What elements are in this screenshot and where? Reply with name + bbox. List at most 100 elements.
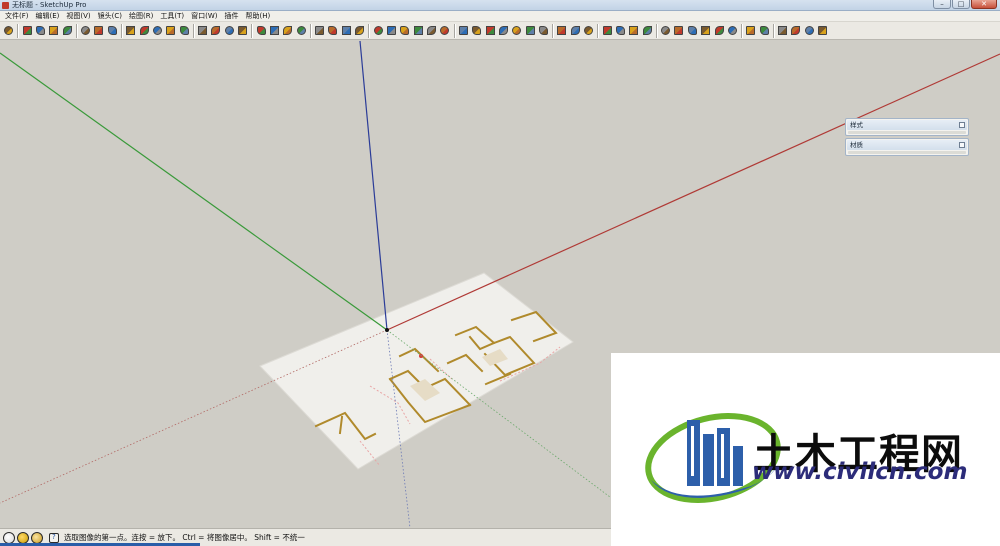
watermark: 土木工程网 www.civilcn.com [611, 353, 1000, 546]
shadow-icon[interactable] [817, 25, 828, 36]
toolbar-separator [741, 23, 743, 38]
menu-edit[interactable]: 编辑(E) [34, 11, 65, 21]
position-camera-icon[interactable] [583, 25, 594, 36]
textured-icon[interactable] [426, 25, 437, 36]
drape-icon[interactable] [511, 25, 522, 36]
smoove-icon[interactable] [485, 25, 496, 36]
menu-file[interactable]: 文件(F) [3, 11, 34, 21]
look-around-icon[interactable] [570, 25, 581, 36]
styles-icon[interactable] [804, 25, 815, 36]
add-detail-icon[interactable] [525, 25, 536, 36]
rectangle-icon[interactable] [35, 25, 46, 36]
back-view-icon[interactable] [354, 25, 365, 36]
google-earth-icon[interactable] [700, 25, 711, 36]
toolbar-separator [597, 23, 599, 38]
hidden-line-icon[interactable] [399, 25, 410, 36]
zoom-extents-icon[interactable] [237, 25, 248, 36]
menu-draw[interactable]: 绘图(R) [127, 11, 158, 21]
toolbar-separator [17, 23, 19, 38]
protractor-icon[interactable] [615, 25, 626, 36]
section-plane-icon[interactable] [269, 25, 280, 36]
move-icon[interactable] [152, 25, 163, 36]
paint-bucket-icon[interactable] [107, 25, 118, 36]
menu-camera[interactable]: 镜头(C) [96, 11, 127, 21]
main-toolbar [0, 22, 1000, 40]
xray-icon[interactable] [373, 25, 384, 36]
menu-help[interactable]: 帮助(H) [243, 11, 275, 21]
menu-window[interactable]: 窗口(W) [189, 11, 222, 21]
pin-icon[interactable] [959, 142, 965, 148]
user-icon[interactable] [31, 531, 43, 544]
get-models-icon[interactable] [660, 25, 671, 36]
eraser-icon[interactable] [93, 25, 104, 36]
3d-text-icon[interactable] [642, 25, 653, 36]
window-controls: – □ ✕ [933, 0, 997, 10]
tray-styles[interactable]: 样式 [845, 118, 969, 136]
pencil-line-icon[interactable] [22, 25, 33, 36]
blue-axis-line [359, 41, 388, 331]
select-arrow-icon[interactable] [3, 25, 14, 36]
menu-bar: 文件(F) 编辑(E) 视图(V) 镜头(C) 绘图(R) 工具(T) 窗口(W… [0, 11, 1000, 22]
stamp-icon[interactable] [498, 25, 509, 36]
make-component-icon[interactable] [80, 25, 91, 36]
push-pull-icon[interactable] [125, 25, 136, 36]
iso-view-icon[interactable] [256, 25, 267, 36]
offset-icon[interactable] [179, 25, 190, 36]
front-view-icon[interactable] [327, 25, 338, 36]
circle-icon[interactable] [48, 25, 59, 36]
solid-union-icon[interactable] [745, 25, 756, 36]
add-location-icon[interactable] [727, 25, 738, 36]
orbit-icon[interactable] [197, 25, 208, 36]
shaded-icon[interactable] [413, 25, 424, 36]
sketchup-app-icon [2, 2, 9, 9]
pan-icon[interactable] [210, 25, 221, 36]
sandbox-from-contours-icon[interactable] [458, 25, 469, 36]
maximize-button[interactable]: □ [952, 0, 970, 9]
status-text: 选取图像的第一点。连按 = 放下。 Ctrl = 将图像居中。 Shift = … [64, 533, 305, 542]
share-component-icon[interactable] [687, 25, 698, 36]
right-view-icon[interactable] [341, 25, 352, 36]
zoom-icon[interactable] [224, 25, 235, 36]
toolbar-separator [251, 23, 253, 38]
geo-location-icon[interactable] [3, 531, 15, 544]
toolbar-separator [453, 23, 455, 38]
title-bar: 无标题 - SketchUp Pro – □ ✕ [0, 0, 1000, 11]
instructor-help-icon[interactable] [49, 532, 59, 543]
toolbar-separator [552, 23, 554, 38]
rotate-icon[interactable] [165, 25, 176, 36]
pin-icon[interactable] [959, 122, 965, 128]
top-view-icon[interactable] [314, 25, 325, 36]
credits-icon[interactable] [17, 531, 29, 544]
red-axis-line [386, 53, 1000, 331]
wireframe-icon[interactable] [386, 25, 397, 36]
menu-plugins[interactable]: 插件 [222, 11, 243, 21]
share-model-icon[interactable] [673, 25, 684, 36]
tray-styles-title: 样式 [850, 121, 863, 129]
toolbar-separator [772, 23, 774, 38]
monochrome-icon[interactable] [439, 25, 450, 36]
arc-icon[interactable] [62, 25, 73, 36]
dimension-icon[interactable] [602, 25, 613, 36]
tray-materials[interactable]: 材质 [845, 138, 969, 156]
toolbar-separator [368, 23, 370, 38]
flip-edge-icon[interactable] [538, 25, 549, 36]
axes-icon[interactable] [296, 25, 307, 36]
menu-view[interactable]: 视图(V) [64, 11, 95, 21]
layer-manager-icon[interactable] [777, 25, 788, 36]
toolbar-separator [75, 23, 77, 38]
walk-icon[interactable] [556, 25, 567, 36]
scene-icon[interactable] [790, 25, 801, 36]
text-icon[interactable] [628, 25, 639, 36]
minimize-button[interactable]: – [933, 0, 951, 9]
menu-tools[interactable]: 工具(T) [158, 11, 189, 21]
solid-subtract-icon[interactable] [759, 25, 770, 36]
follow-me-icon[interactable] [139, 25, 150, 36]
toggle-terrain-icon[interactable] [714, 25, 725, 36]
origin-point [385, 328, 389, 332]
close-button[interactable]: ✕ [971, 0, 997, 9]
green-axis-line [0, 52, 388, 331]
sandbox-from-scratch-icon[interactable] [471, 25, 482, 36]
tape-measure-icon[interactable] [282, 25, 293, 36]
image-plane [259, 272, 574, 470]
plan-marker [419, 354, 423, 358]
